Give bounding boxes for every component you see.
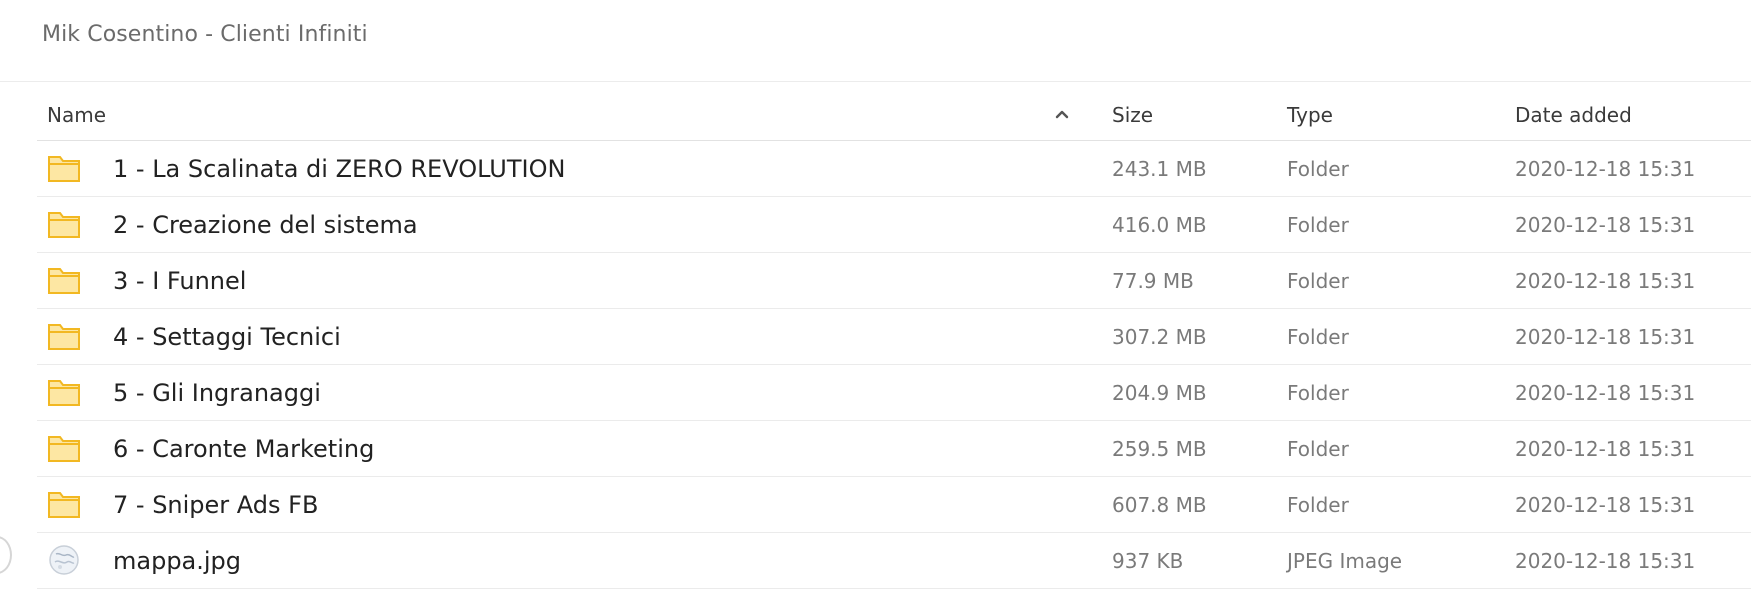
divider [0,81,1751,82]
file-list: Name Size Type Date added 1 - La Scalina… [37,86,1751,589]
file-name[interactable]: mappa.jpg [113,547,241,575]
folder-icon [47,488,81,520]
file-size: 243.1 MB [1112,157,1207,181]
folder-icon [47,376,81,408]
chevron-up-icon[interactable] [1053,105,1071,123]
file-size: 937 KB [1112,549,1184,573]
column-header-type[interactable]: Type [1287,103,1333,127]
file-date: 2020-12-18 15:31 [1515,213,1696,237]
folder-icon [47,152,81,184]
file-size: 77.9 MB [1112,269,1194,293]
image-thumbnail-icon [47,544,81,576]
file-date: 2020-12-18 15:31 [1515,493,1696,517]
file-name[interactable]: 7 - Sniper Ads FB [113,491,318,519]
file-name[interactable]: 5 - Gli Ingranaggi [113,379,321,407]
file-type: Folder [1287,157,1349,181]
breadcrumb[interactable]: Mik Cosentino - Clienti Infiniti [42,22,368,47]
folder-icon [47,264,81,296]
file-browser: Mik Cosentino - Clienti Infiniti Name Si… [0,0,1751,615]
folder-icon [47,208,81,240]
file-date: 2020-12-18 15:31 [1515,437,1696,461]
file-date: 2020-12-18 15:31 [1515,269,1696,293]
file-size: 259.5 MB [1112,437,1207,461]
scroll-edge-handle[interactable] [0,536,12,574]
file-size: 204.9 MB [1112,381,1207,405]
file-type: Folder [1287,325,1349,349]
file-name[interactable]: 3 - I Funnel [113,267,246,295]
table-row[interactable]: mappa.jpg 937 KB JPEG Image 2020-12-18 1… [37,533,1751,589]
table-header: Name Size Type Date added [37,86,1751,141]
table-row[interactable]: 4 - Settaggi Tecnici 307.2 MB Folder 202… [37,309,1751,365]
folder-icon [47,432,81,464]
file-type: JPEG Image [1287,549,1403,573]
table-row[interactable]: 2 - Creazione del sistema 416.0 MB Folde… [37,197,1751,253]
file-name[interactable]: 1 - La Scalinata di ZERO REVOLUTION [113,155,565,183]
file-date: 2020-12-18 15:31 [1515,549,1696,573]
file-name[interactable]: 2 - Creazione del sistema [113,211,418,239]
column-header-date[interactable]: Date added [1515,103,1632,127]
file-name[interactable]: 4 - Settaggi Tecnici [113,323,341,351]
file-date: 2020-12-18 15:31 [1515,325,1696,349]
file-size: 607.8 MB [1112,493,1207,517]
file-type: Folder [1287,437,1349,461]
table-row[interactable]: 3 - I Funnel 77.9 MB Folder 2020-12-18 1… [37,253,1751,309]
file-date: 2020-12-18 15:31 [1515,381,1696,405]
file-date: 2020-12-18 15:31 [1515,157,1696,181]
table-row[interactable]: 1 - La Scalinata di ZERO REVOLUTION 243.… [37,141,1751,197]
file-type: Folder [1287,381,1349,405]
file-size: 307.2 MB [1112,325,1207,349]
column-header-name[interactable]: Name [47,103,106,127]
file-type: Folder [1287,269,1349,293]
folder-icon [47,320,81,352]
column-header-size[interactable]: Size [1112,103,1153,127]
file-size: 416.0 MB [1112,213,1207,237]
file-name[interactable]: 6 - Caronte Marketing [113,435,374,463]
table-row[interactable]: 6 - Caronte Marketing 259.5 MB Folder 20… [37,421,1751,477]
file-type: Folder [1287,213,1349,237]
file-type: Folder [1287,493,1349,517]
table-row[interactable]: 7 - Sniper Ads FB 607.8 MB Folder 2020-1… [37,477,1751,533]
table-row[interactable]: 5 - Gli Ingranaggi 204.9 MB Folder 2020-… [37,365,1751,421]
